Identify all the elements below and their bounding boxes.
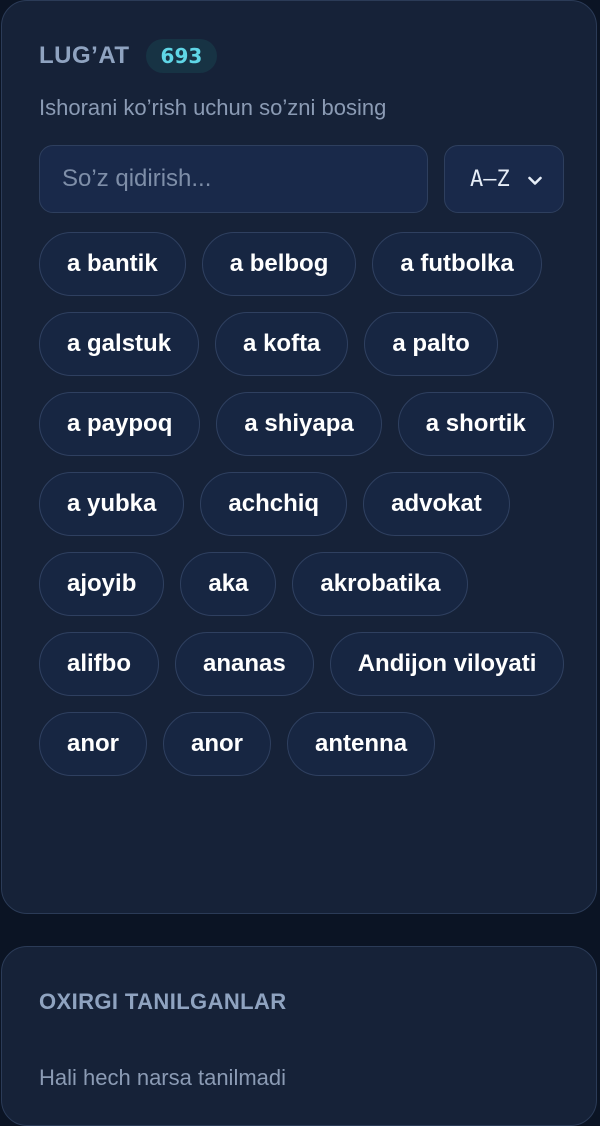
dictionary-title: LUG’AT: [39, 42, 130, 69]
word-list: a bantik a belbog a futbolka a galstuk a kof…: [39, 232, 569, 776]
word-chip[interactable]: achchiq: [200, 472, 348, 536]
word-chip[interactable]: a palto: [364, 312, 498, 376]
search-input[interactable]: [39, 145, 428, 213]
word-chip[interactable]: alifbo: [39, 632, 159, 696]
word-chip[interactable]: a shortik: [397, 392, 554, 456]
word-chip[interactable]: aka: [180, 552, 277, 616]
word-chip[interactable]: advokat: [363, 472, 510, 536]
word-chip[interactable]: ananas: [175, 632, 314, 696]
word-chip[interactable]: a belbog: [201, 232, 357, 296]
recent-card: OXIRGI TANILGANLAR Hali hech narsa tanil…: [1, 946, 597, 1126]
recent-title: OXIRGI TANILGANLAR: [39, 989, 287, 1014]
word-chip[interactable]: a yubka: [39, 472, 185, 536]
word-chip[interactable]: a shiyapa: [216, 392, 382, 456]
dictionary-card: LUG’AT 693 Ishorani ko’rish uchun so’zni…: [1, 0, 597, 914]
sort-selected-value: A–Z: [470, 166, 510, 192]
word-chip[interactable]: a bantik: [39, 232, 186, 296]
word-chip[interactable]: a kofta: [215, 312, 349, 376]
word-chip[interactable]: anor: [39, 712, 148, 776]
word-chip[interactable]: a futbolka: [372, 232, 542, 296]
word-chip[interactable]: akrobatika: [292, 552, 469, 616]
chevron-down-icon: [527, 173, 542, 185]
recent-empty-text: Hali hech narsa tanilmadi: [39, 1065, 287, 1090]
word-chip[interactable]: anor: [163, 712, 272, 776]
sort-select[interactable]: A–Z: [444, 145, 564, 213]
word-chip[interactable]: a paypoq: [39, 392, 201, 456]
word-chip[interactable]: a galstuk: [39, 312, 200, 376]
dictionary-header: LUG’AT 693: [39, 39, 218, 73]
word-chip[interactable]: antenna: [287, 712, 436, 776]
word-chip[interactable]: Andijon viloyati: [329, 632, 565, 696]
word-chip[interactable]: ajoyib: [39, 552, 165, 616]
word-count-badge: 693: [145, 39, 218, 73]
dictionary-subtitle: Ishorani ko’rish uchun so’zni bosing: [39, 95, 387, 120]
